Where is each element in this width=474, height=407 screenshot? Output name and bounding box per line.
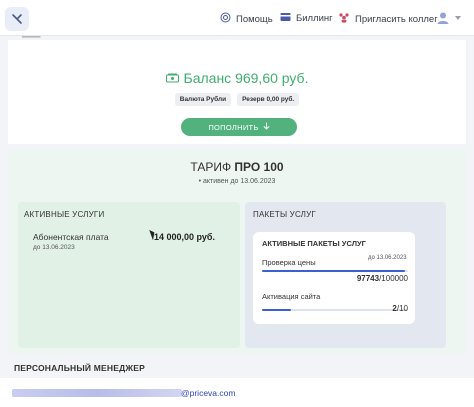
balance-text: Баланс 969,60 руб. [183,70,309,86]
service-name: Абонентская плата [33,232,109,242]
manager-email-row: @priceva.com [0,378,474,407]
active-packs-card: АКТИВНЫЕ ПАКЕТЫ УСЛУГ Проверка цены до 1… [253,232,415,324]
pack-label: Проверка цены [262,258,316,267]
currency-badge: Валюта Рубли [174,93,232,106]
invite-colleagues-link[interactable]: Пригласить коллег [338,12,438,26]
team-icon [338,12,350,26]
reserve-badge: Резерв 0,00 руб. [237,93,300,106]
help-label: Помощь [236,13,273,25]
pack-progress-bar [262,270,408,272]
service-date: до 13.06.2023 [33,244,75,251]
help-icon [220,12,231,26]
arrow-down-icon [263,122,270,132]
billing-link[interactable]: Биллинг [280,12,333,25]
balance-display: Баланс 969,60 руб. [8,70,466,86]
pack-limit: /100000 [379,274,408,283]
active-services-heading: АКТИВНЫЕ УСЛУГИ [24,210,105,219]
active-packs-heading: АКТИВНЫЕ ПАКЕТЫ УСЛУГ [262,239,366,248]
invite-label: Пригласить коллег [355,13,438,25]
tariff-status-text: активен до 13.06.2023 [202,178,276,185]
manager-heading: ПЕРСОНАЛЬНЫЙ МЕНЕДЖЕР [14,363,145,373]
tariff-title: ТАРИФ ПРО 100 [8,160,466,174]
help-link[interactable]: Помощь [220,12,273,26]
top-bar: Помощь Биллинг Пригласить коллег [0,0,474,36]
active-services-panel: АКТИВНЫЕ УСЛУГИ Абонентская плата до 13.… [18,202,240,348]
service-packs-heading: ПАКЕТЫ УСЛУГ [253,210,316,219]
service-price: 14 000,00 руб. [154,232,215,242]
tariff-card: ТАРИФ ПРО 100 • активен до 13.06.2023 АК… [8,150,466,354]
tariff-status: • активен до 13.06.2023 [8,178,466,185]
pack-progress-fill [262,309,292,311]
user-avatar-icon[interactable] [436,11,450,25]
wallet-icon [280,12,291,25]
pack-used: 97743 [356,274,380,283]
pack-usage: 2/10 [363,304,408,313]
pack-date: до 13.06.2023 [368,255,407,261]
tariff-name: ПРО 100 [234,160,284,174]
pack-label: Активация сайта [262,292,321,301]
redacted-email-part [12,389,182,397]
pack-progress-fill [262,270,405,272]
logo-icon[interactable] [5,7,29,31]
pack-limit: /10 [396,304,408,313]
tariff-prefix: ТАРИФ [190,160,232,174]
top-up-label: ПОПОЛНИТЬ [208,122,259,132]
manager-email-link[interactable]: @priceva.com [181,388,235,398]
billing-label: Биллинг [296,13,333,24]
status-dot-icon: • [198,178,202,185]
balance-card: ▔▔▔ Баланс 969,60 руб. Валюта Рубли Резе… [8,37,466,144]
cut-off-text: ▔▔▔ [22,37,41,46]
service-packs-panel: ПАКЕТЫ УСЛУГ АКТИВНЫЕ ПАКЕТЫ УСЛУГ Прове… [245,202,446,348]
chevron-down-icon[interactable] [455,16,461,20]
balance-details: Валюта Рубли Резерв 0,00 руб. [8,93,466,106]
pack-usage: 97743/100000 [323,274,408,283]
money-icon [165,70,179,86]
top-up-button[interactable]: ПОПОЛНИТЬ [181,118,297,136]
